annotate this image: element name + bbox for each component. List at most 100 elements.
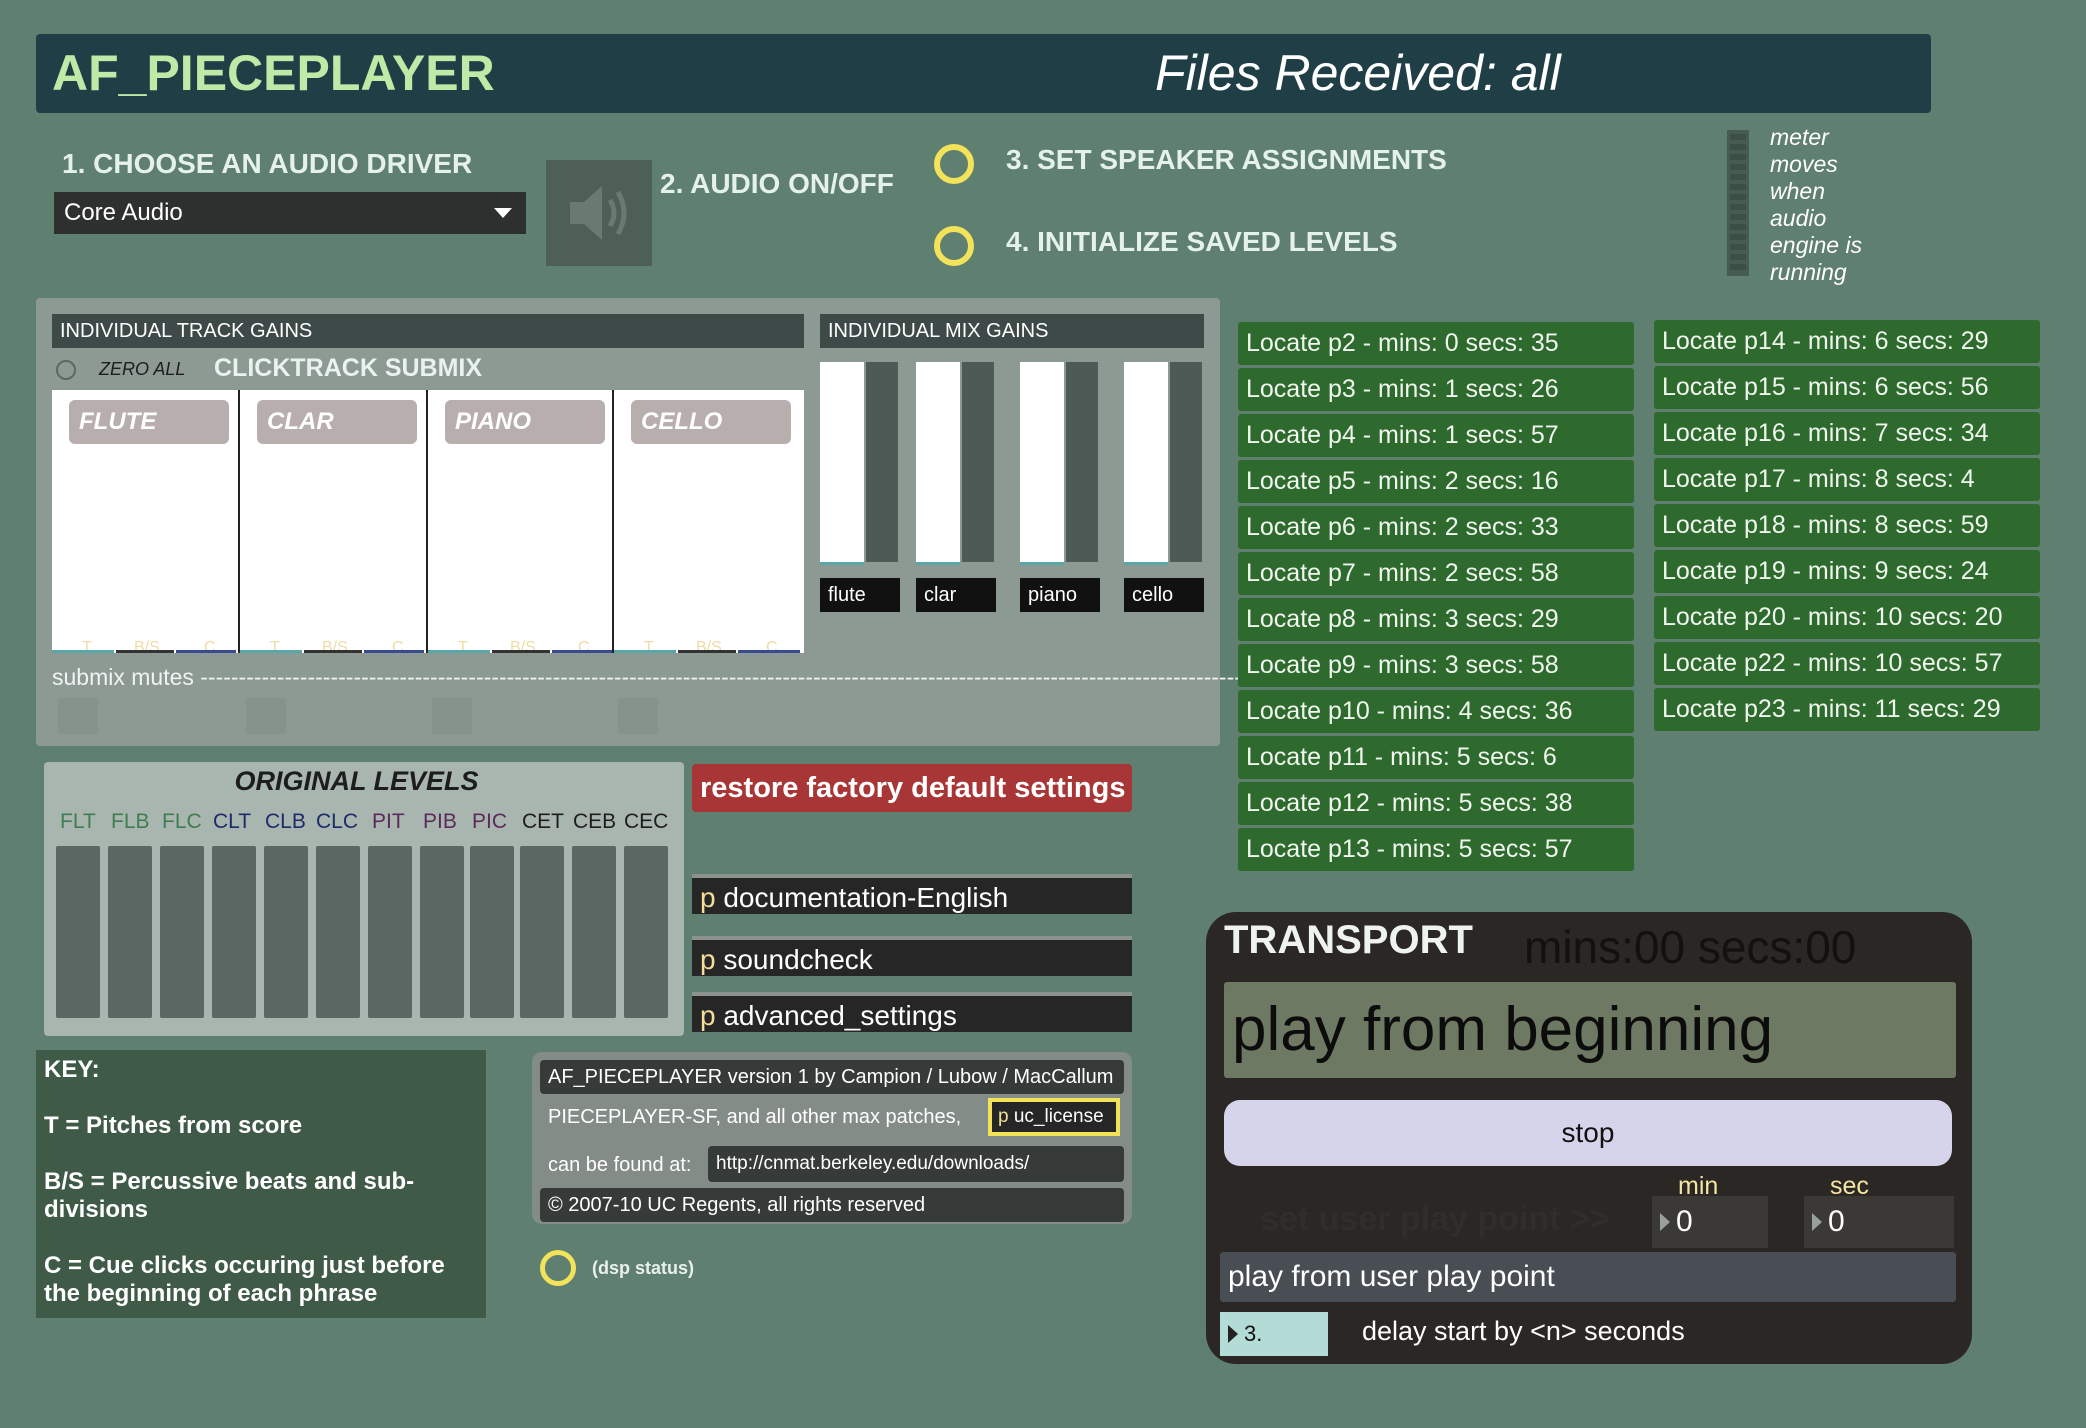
audio-driver-dropdown[interactable]: Core Audio xyxy=(54,192,526,234)
key-panel: KEY: T = Pitches from score B/S = Percus… xyxy=(36,1050,486,1318)
locate-button[interactable]: Locate p17 - mins: 8 secs: 4 xyxy=(1654,458,2040,501)
locate-button[interactable]: Locate p20 - mins: 10 secs: 20 xyxy=(1654,596,2040,639)
locate-button[interactable]: Locate p7 - mins: 2 secs: 58 xyxy=(1238,552,1634,595)
level-meter xyxy=(572,846,616,1018)
level-meter xyxy=(420,846,464,1018)
track-label: B/S xyxy=(696,639,722,656)
level-meter xyxy=(624,846,668,1018)
track-label: C xyxy=(392,639,404,656)
locate-button[interactable]: Locate p16 - mins: 7 secs: 34 xyxy=(1654,412,2040,455)
level-meter xyxy=(160,846,204,1018)
dsp-status-label: (dsp status) xyxy=(592,1258,695,1278)
play-from-beginning-button[interactable]: play from beginning xyxy=(1224,982,1956,1078)
speaker-icon xyxy=(570,186,627,240)
track-piano[interactable]: PIANO T B/S C xyxy=(428,390,614,656)
locate-button[interactable]: Locate p19 - mins: 9 secs: 24 xyxy=(1654,550,2040,593)
level-label: FLT xyxy=(60,810,96,833)
meter-note-line: audio xyxy=(1770,205,1827,231)
patcher-name: documentation-English xyxy=(723,882,1009,913)
track-gain-lines xyxy=(428,650,612,653)
locate-button[interactable]: Locate p18 - mins: 8 secs: 59 xyxy=(1654,504,2040,547)
patches-line: PIECEPLAYER-SF, and all other max patche… xyxy=(548,1106,962,1128)
meter-note-line: when xyxy=(1770,178,1825,204)
locate-button[interactable]: Locate p11 - mins: 5 secs: 6 xyxy=(1238,736,1634,779)
track-name: CLAR xyxy=(257,400,417,444)
mix-label: flute xyxy=(820,578,900,612)
speaker-assign-toggle[interactable] xyxy=(934,144,974,184)
step-speaker-assign-label: 3. SET SPEAKER ASSIGNMENTS xyxy=(1006,144,1447,175)
track-cello[interactable]: CELLO T B/S C xyxy=(614,390,804,656)
level-meter xyxy=(212,846,256,1018)
locate-button[interactable]: Locate p4 - mins: 1 secs: 57 xyxy=(1238,414,1634,457)
locate-button[interactable]: Locate p12 - mins: 5 secs: 38 xyxy=(1238,782,1634,825)
track-label: C xyxy=(578,639,590,656)
meter-note: meter moves when audio engine is running xyxy=(1770,124,1862,286)
sec-number-box[interactable]: 0 xyxy=(1804,1196,1954,1248)
locate-button[interactable]: Locate p14 - mins: 6 secs: 29 xyxy=(1654,320,2040,363)
patcher-prefix: p xyxy=(700,944,716,975)
track-label: B/S xyxy=(510,639,536,656)
locate-button[interactable]: Locate p15 - mins: 6 secs: 56 xyxy=(1654,366,2040,409)
locate-button[interactable]: Locate p13 - mins: 5 secs: 57 xyxy=(1238,828,1634,871)
app-title: AF_PIECEPLAYER xyxy=(52,45,495,101)
locate-button[interactable]: Locate p10 - mins: 4 secs: 36 xyxy=(1238,690,1634,733)
submix-mute-button[interactable] xyxy=(618,698,658,734)
locate-button[interactable]: Locate p23 - mins: 11 secs: 29 xyxy=(1654,688,2040,731)
submix-mute-button[interactable] xyxy=(246,698,286,734)
mix-slider-piano[interactable] xyxy=(1020,362,1100,565)
mix-slider-cello[interactable] xyxy=(1124,362,1204,565)
locate-button[interactable]: Locate p22 - mins: 10 secs: 57 xyxy=(1654,642,2040,685)
locate-button[interactable]: Locate p9 - mins: 3 secs: 58 xyxy=(1238,644,1634,687)
step-choose-driver-label: 1. CHOOSE AN AUDIO DRIVER xyxy=(62,148,473,179)
track-label: B/S xyxy=(322,639,348,656)
found-at-label: can be found at: xyxy=(548,1154,692,1176)
track-clar[interactable]: CLAR T B/S C xyxy=(240,390,428,656)
track-label: T xyxy=(458,639,468,656)
locate-button[interactable]: Locate p3 - mins: 1 secs: 26 xyxy=(1238,368,1634,411)
mix-slider-clar[interactable] xyxy=(916,362,996,565)
level-meter xyxy=(108,846,152,1018)
patcher-soundcheck-button[interactable]: p soundcheck xyxy=(692,936,1132,976)
level-meter xyxy=(264,846,308,1018)
key-t: T = Pitches from score xyxy=(44,1112,303,1139)
restore-factory-button[interactable]: restore factory default settings xyxy=(692,764,1132,812)
min-number-box[interactable]: 0 xyxy=(1652,1196,1768,1248)
locate-button[interactable]: Locate p5 - mins: 2 secs: 16 xyxy=(1238,460,1634,503)
key-title: KEY: xyxy=(44,1056,100,1083)
meter-note-line: running xyxy=(1770,259,1847,285)
track-gain-lines xyxy=(52,650,236,653)
track-flute[interactable]: FLUTE T B/S C xyxy=(52,390,240,656)
init-levels-toggle[interactable] xyxy=(934,226,974,266)
delay-number-box[interactable]: 3. xyxy=(1220,1312,1328,1356)
patcher-advanced-settings-button[interactable]: p advanced_settings xyxy=(692,992,1132,1032)
min-value: 0 xyxy=(1676,1205,1693,1238)
level-label: PIC xyxy=(472,810,508,833)
uc-license-button[interactable]: p uc_license xyxy=(988,1098,1120,1136)
locate-button[interactable]: Locate p8 - mins: 3 secs: 29 xyxy=(1238,598,1634,641)
chevron-down-icon xyxy=(494,208,512,218)
zero-all-radio[interactable] xyxy=(56,360,76,380)
dsp-status-indicator[interactable] xyxy=(540,1250,576,1286)
download-url[interactable]: http://cnmat.berkeley.edu/downloads/ xyxy=(708,1146,1124,1182)
patcher-documentation-button[interactable]: p documentation-English xyxy=(692,874,1132,914)
track-label: C xyxy=(766,639,778,656)
number-arrow-icon xyxy=(1228,1325,1238,1343)
transport-title: TRANSPORT xyxy=(1224,918,1473,962)
locate-button[interactable]: Locate p6 - mins: 2 secs: 33 xyxy=(1238,506,1634,549)
engine-meter xyxy=(1727,130,1749,276)
mix-gains-header: INDIVIDUAL MIX GAINS xyxy=(820,314,1204,348)
mix-label: clar xyxy=(916,578,996,612)
set-user-point-label: set user play point >> xyxy=(1260,1200,1610,1238)
mix-slider-flute[interactable] xyxy=(820,362,900,565)
stop-button[interactable]: stop xyxy=(1224,1100,1952,1166)
track-name: PIANO xyxy=(445,400,605,444)
meter-note-line: moves xyxy=(1770,151,1838,177)
submix-mute-button[interactable] xyxy=(58,698,98,734)
audio-toggle-button[interactable] xyxy=(546,160,652,266)
mix-label: piano xyxy=(1020,578,1100,612)
locate-button[interactable]: Locate p2 - mins: 0 secs: 35 xyxy=(1238,322,1634,365)
key-bs: B/S = Percussive beats and sub-divisions xyxy=(44,1168,415,1223)
play-from-user-point-button[interactable]: play from user play point xyxy=(1220,1252,1956,1302)
submix-mute-button[interactable] xyxy=(432,698,472,734)
patcher-name: soundcheck xyxy=(723,944,873,975)
